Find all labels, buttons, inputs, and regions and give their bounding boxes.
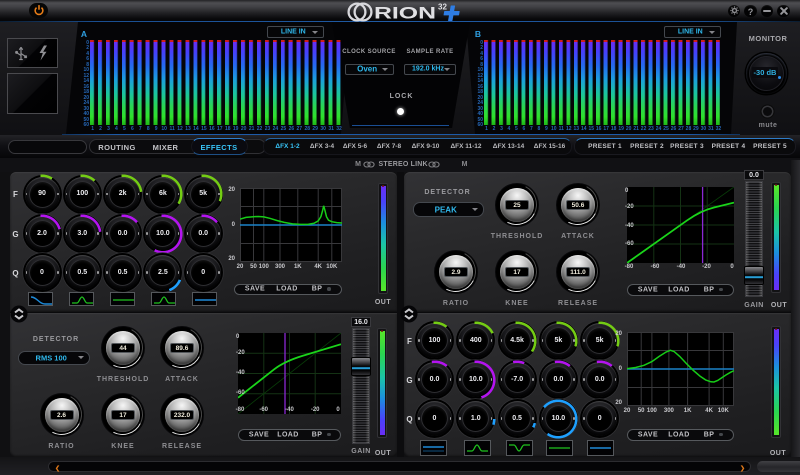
svg-text:32: 32 bbox=[438, 3, 447, 12]
svg-text:RION: RION bbox=[374, 4, 436, 23]
